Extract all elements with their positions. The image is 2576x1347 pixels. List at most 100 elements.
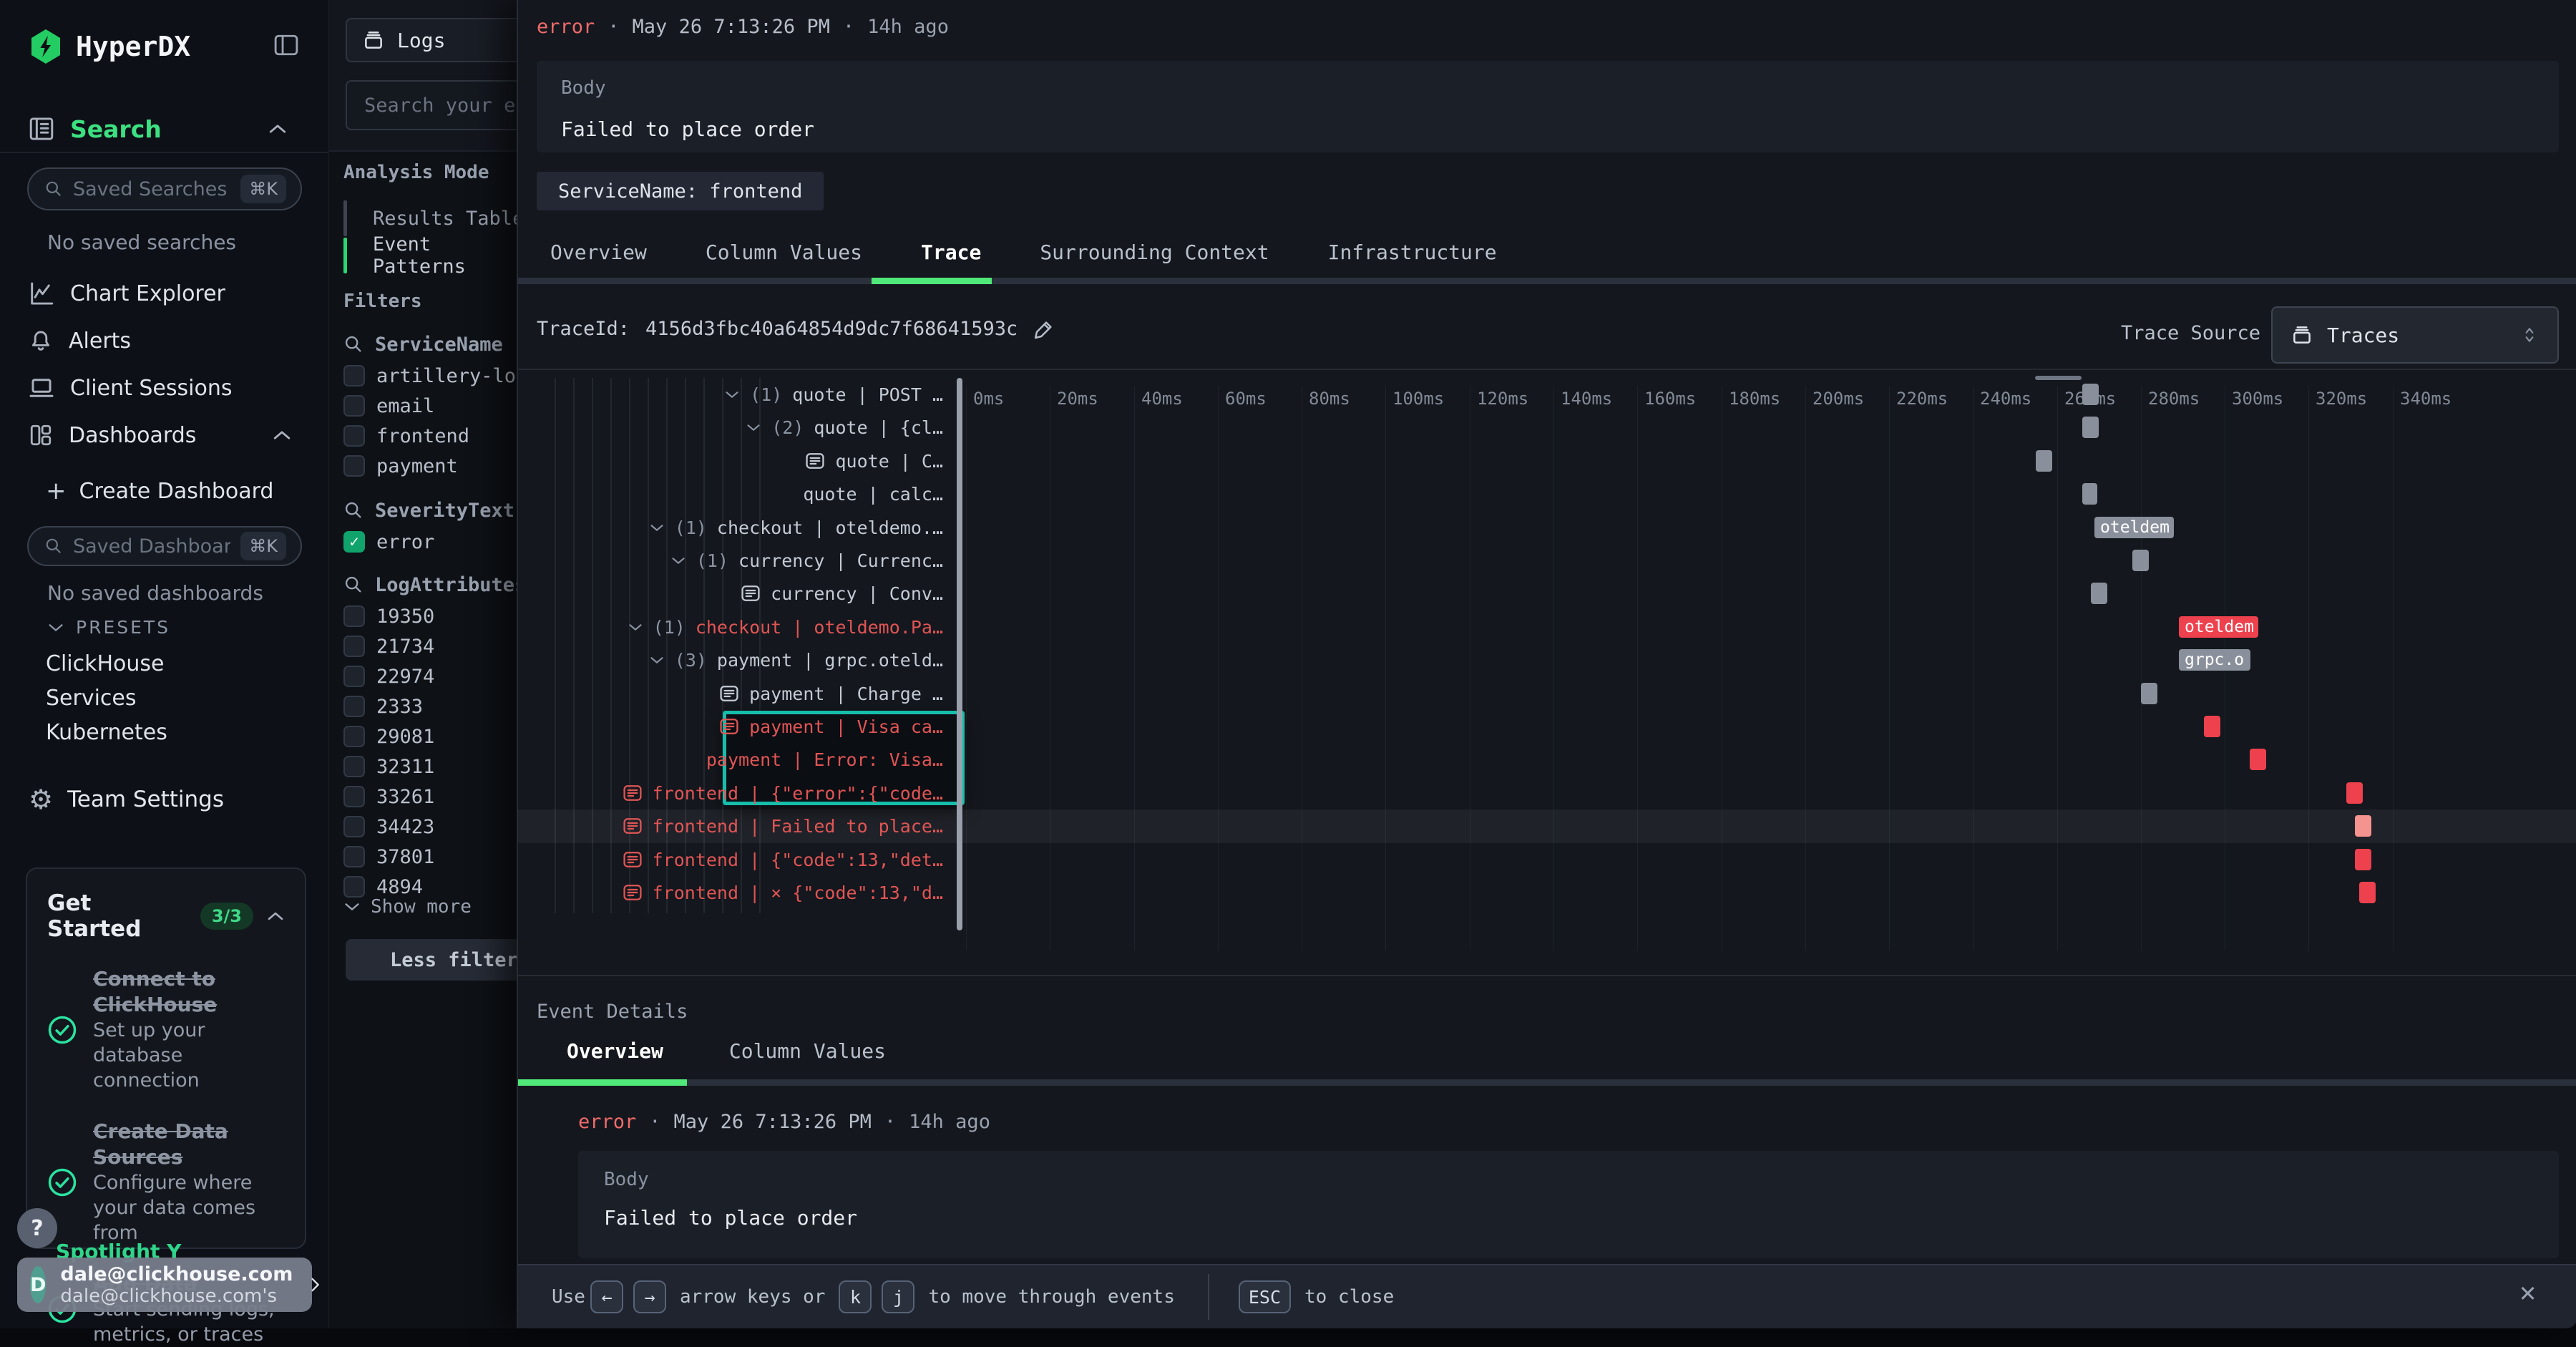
checkbox[interactable] [343,816,365,837]
filter-group-header[interactable]: SeverityText [343,494,522,527]
filter-option-email[interactable]: email [343,391,522,421]
span-duration-bar[interactable] [2355,815,2371,837]
saved-dashboards-input[interactable] [73,535,230,558]
checkbox[interactable] [343,756,365,777]
timeline-hscrollbar[interactable] [2035,376,2082,380]
preset-dashboard-clickhouse[interactable]: ClickHouse [46,651,165,676]
checkbox[interactable] [343,425,365,447]
ed-tab-column-values[interactable]: Column Values [729,1039,886,1063]
span-duration-bar[interactable] [2082,483,2097,505]
preset-dashboard-services[interactable]: Services [46,686,137,711]
span-duration-bar[interactable]: grpc.o [2179,649,2250,671]
event-search-input[interactable] [364,94,514,117]
filter-option-21734[interactable]: 21734 [343,631,522,661]
chevron-up-icon[interactable] [266,910,285,923]
filter-option-artillery-loa[interactable]: artillery-loa [343,361,522,391]
close-icon[interactable]: ✕ [2519,1278,2536,1305]
trace-span-row[interactable]: frontend | {"code":13,"det… [518,843,943,876]
span-duration-bar[interactable] [2141,683,2157,704]
tab-surrounding-context[interactable]: Surrounding Context [1040,240,1269,264]
span-duration-bar[interactable]: oteldem [2094,517,2174,538]
sidebar-collapse-icon[interactable] [274,34,298,56]
trace-span-row[interactable]: frontend | {"error":{"code… [518,777,943,809]
chevron-down-icon[interactable] [628,622,643,633]
trace-span-row[interactable]: quote | C… [518,444,943,477]
span-duration-bar[interactable] [2359,882,2376,903]
filter-option-payment[interactable]: payment [343,451,522,481]
span-duration-bar[interactable] [2091,583,2107,604]
checkbox[interactable] [343,876,365,898]
span-duration-bar[interactable] [2355,849,2371,870]
checkbox[interactable] [343,455,365,477]
span-duration-bar[interactable] [2250,749,2266,770]
presets-toggle[interactable]: PRESETS [47,617,170,638]
edit-pencil-icon[interactable] [1033,318,1055,340]
span-duration-bar[interactable] [2204,716,2220,737]
ed-tab-overview[interactable]: Overview [567,1039,663,1063]
service-name-tag[interactable]: ServiceName: frontend [537,172,824,210]
chevron-down-icon[interactable] [724,389,740,400]
span-duration-bar[interactable]: oteldem [2179,616,2258,638]
filter-option-34423[interactable]: 34423 [343,812,522,842]
trace-span-row[interactable]: (3)payment | grpc.oteld… [518,643,943,676]
checkbox[interactable] [343,395,365,417]
tab-overview[interactable]: Overview [550,240,647,264]
chevron-down-icon[interactable] [649,522,665,533]
sidebar-item-alerts[interactable]: Alerts [29,325,308,356]
checkbox[interactable] [343,696,365,717]
span-duration-bar[interactable] [2346,782,2363,804]
trace-span-row[interactable]: (1)checkout | oteldemo.Pa… [518,611,943,643]
filter-option-2333[interactable]: 2333 [343,691,522,721]
sidebar-item-search[interactable]: Search [29,112,301,146]
filter-option-33261[interactable]: 33261 [343,782,522,812]
filter-option-error[interactable]: ✓error [343,527,522,557]
get-started-item-connect[interactable]: Connect to ClickHouse Set up your databa… [47,966,285,1093]
checkbox[interactable] [343,846,365,867]
checkbox[interactable] [343,606,365,627]
trace-span-row[interactable]: quote | calc… [518,477,943,510]
trace-span-row[interactable]: payment | Charge … [518,677,943,710]
span-duration-bar[interactable] [2132,550,2149,571]
source-select-button[interactable]: Logs [346,18,533,62]
tab-infrastructure[interactable]: Infrastructure [1328,240,1497,264]
less-filters-button[interactable]: Less filters [346,939,533,981]
checkbox[interactable] [343,636,365,657]
filter-option-22974[interactable]: 22974 [343,661,522,691]
sidebar-item-client-sessions[interactable]: Client Sessions [29,372,308,404]
span-duration-bar[interactable] [2082,384,2099,405]
trace-span-row[interactable]: (2)quote | {cl… [518,411,943,444]
chevron-down-icon[interactable] [649,655,665,666]
checkbox[interactable] [343,726,365,747]
saved-searches-input[interactable] [73,178,230,200]
trace-span-row[interactable]: (1)quote | POST … [518,378,943,411]
span-duration-bar[interactable] [2082,417,2099,438]
filter-option-32311[interactable]: 32311 [343,752,522,782]
filter-group-header[interactable]: LogAttributes [343,568,522,601]
span-duration-bar[interactable] [2036,450,2052,472]
preset-dashboard-kubernetes[interactable]: Kubernetes [46,720,167,745]
sidebar-item-team-settings[interactable]: ⚙ Team Settings [29,786,224,813]
filter-group-header[interactable]: ServiceName [343,328,522,361]
trace-span-row[interactable]: (1)currency | Currenc… [518,544,943,577]
filter-option-37801[interactable]: 37801 [343,842,522,872]
tab-trace[interactable]: Trace [921,240,981,264]
user-menu[interactable]: D dale@clickhouse.com dale@clickhouse.co… [17,1258,312,1312]
checkbox[interactable] [343,786,365,807]
filter-option-29081[interactable]: 29081 [343,721,522,752]
trace-span-row[interactable]: frontend | × {"code":13,"d… [518,876,943,909]
chevron-down-icon[interactable] [746,422,761,433]
checkbox[interactable] [343,365,365,386]
mode-event-patterns[interactable]: Event Patterns [343,238,530,273]
sidebar-item-dashboards[interactable]: Dashboards [29,419,308,451]
trace-span-row[interactable]: (1)checkout | oteldemo.… [518,511,943,544]
sidebar-item-chart-explorer[interactable]: Chart Explorer [29,278,308,309]
create-dashboard-button[interactable]: + Create Dashboard [46,477,273,505]
help-button[interactable]: ? [17,1208,57,1248]
trace-span-row[interactable]: payment | Visa ca… [518,710,943,743]
trace-source-select[interactable]: Traces [2271,306,2559,364]
checkbox[interactable] [343,666,365,687]
tree-scrollbar[interactable] [957,378,962,930]
filter-option-19350[interactable]: 19350 [343,601,522,631]
show-more-button[interactable]: Show more [343,896,472,918]
app-logo[interactable]: HyperDX [29,26,190,67]
